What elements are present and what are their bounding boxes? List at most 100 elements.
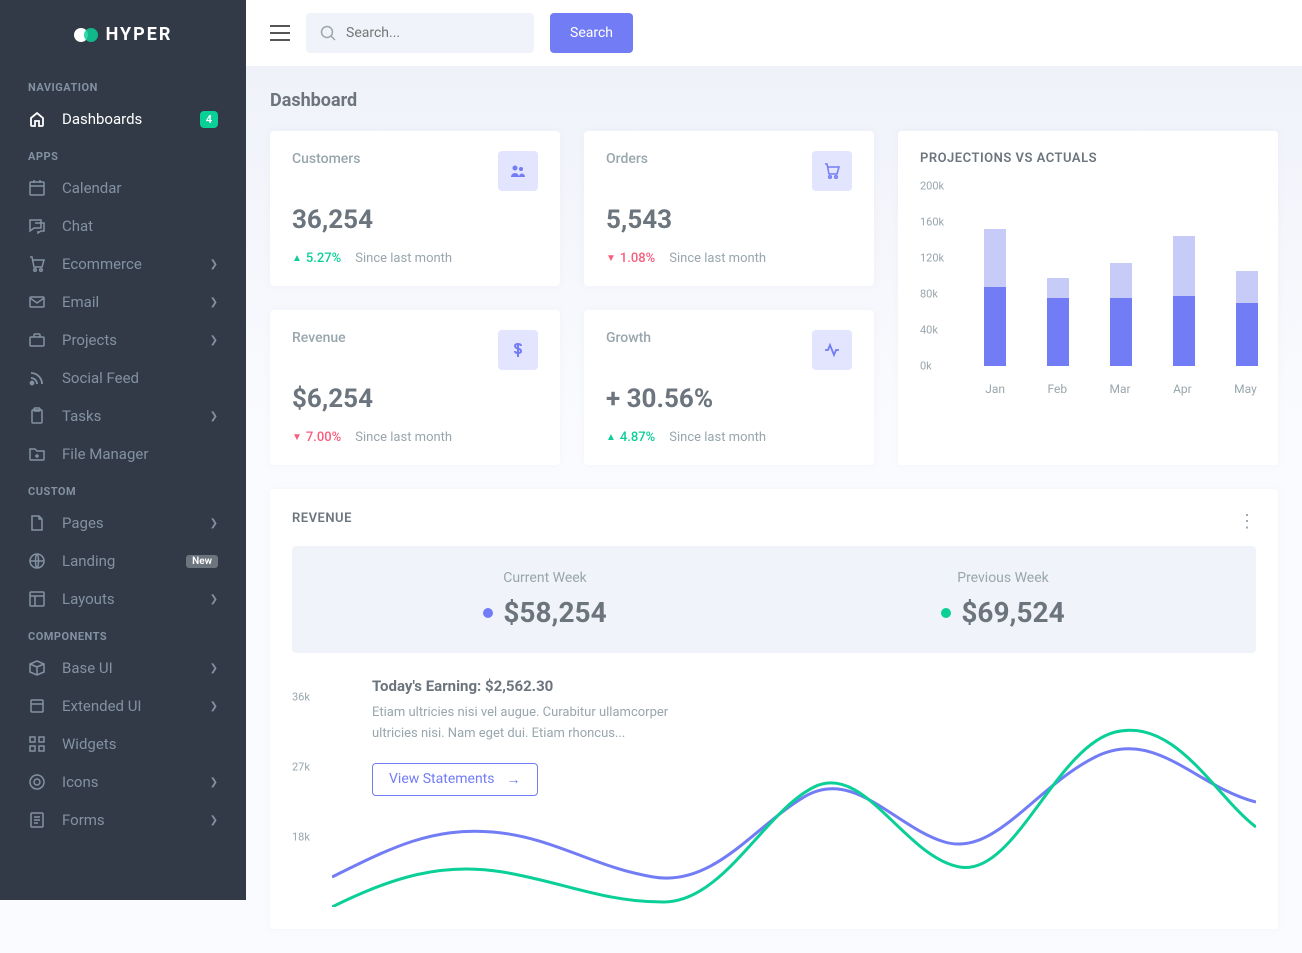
sidebar-item-pages[interactable]: Pages❯ bbox=[0, 504, 246, 542]
stat-label: Revenue bbox=[292, 330, 346, 346]
arrow-up-icon: ▲ bbox=[292, 253, 302, 264]
bar bbox=[1173, 236, 1195, 366]
y-tick: 36k bbox=[292, 691, 310, 704]
search-button[interactable]: Search bbox=[550, 13, 633, 53]
chevron-right-icon: ❯ bbox=[210, 701, 218, 712]
nav-label: Widgets bbox=[62, 735, 218, 753]
logo-text: HYPER bbox=[106, 24, 173, 45]
stat-label: Growth bbox=[606, 330, 651, 346]
y-tick: 18k bbox=[292, 831, 310, 844]
search-icon bbox=[320, 25, 336, 41]
sidebar-item-base-ui[interactable]: Base UI ❯ bbox=[0, 649, 246, 687]
nav-section-title: CUSTOM bbox=[0, 473, 246, 504]
rss-icon bbox=[28, 369, 46, 387]
y-tick: 80k bbox=[920, 288, 938, 301]
search-input[interactable] bbox=[346, 25, 524, 41]
current-week-value: $58,254 bbox=[503, 596, 606, 629]
nav-label: Forms bbox=[62, 811, 194, 829]
users-icon bbox=[498, 151, 538, 191]
stat-value: 36,254 bbox=[292, 205, 538, 235]
logo[interactable]: HYPER bbox=[0, 0, 246, 69]
revenue-title: REVENUE bbox=[292, 511, 1256, 526]
topbar: Search bbox=[246, 0, 1302, 66]
trend-down: ▼ 1.08% bbox=[606, 251, 655, 266]
x-tick: Jan bbox=[985, 382, 1005, 396]
sidebar-item-tasks[interactable]: Tasks ❯ bbox=[0, 397, 246, 435]
projections-title: PROJECTIONS VS ACTUALS bbox=[920, 151, 1278, 166]
sidebar-item-chat[interactable]: Chat bbox=[0, 207, 246, 245]
sidebar-item-projects[interactable]: Projects❯ bbox=[0, 321, 246, 359]
pulse-icon bbox=[812, 330, 852, 370]
menu-toggle-icon[interactable] bbox=[270, 25, 290, 41]
trend-up: ▲ 4.87% bbox=[606, 430, 655, 445]
nav-label: Calendar bbox=[62, 179, 218, 197]
sidebar-item-dashboards[interactable]: Dashboards4 bbox=[0, 100, 246, 138]
sidebar-item-landing[interactable]: LandingNew bbox=[0, 542, 246, 580]
x-tick: Feb bbox=[1047, 382, 1067, 396]
form-icon bbox=[28, 811, 46, 829]
nav-label: Icons bbox=[62, 773, 194, 791]
sidebar-item-extended-ui[interactable]: Extended UI ❯ bbox=[0, 687, 246, 725]
mail-icon bbox=[28, 293, 46, 311]
dot-icon bbox=[483, 608, 493, 618]
revenue-description: Etiam ultricies nisi vel augue. Curabitu… bbox=[372, 703, 672, 745]
chevron-right-icon: ❯ bbox=[210, 335, 218, 346]
sidebar-item-social-feed[interactable]: Social Feed bbox=[0, 359, 246, 397]
folder-icon bbox=[28, 445, 46, 463]
sidebar-item-file-manager[interactable]: File Manager bbox=[0, 435, 246, 473]
chevron-right-icon: ❯ bbox=[210, 518, 218, 529]
bar bbox=[984, 229, 1006, 366]
x-tick: Apr bbox=[1173, 382, 1192, 396]
nav-label: Chat bbox=[62, 217, 218, 235]
logo-icon bbox=[74, 26, 98, 44]
y-tick: 40k bbox=[920, 324, 938, 337]
cart-icon bbox=[28, 255, 46, 273]
arrow-down-icon: ▼ bbox=[606, 253, 616, 264]
package-icon bbox=[28, 697, 46, 715]
y-tick: 0k bbox=[920, 360, 932, 373]
nav-section-title: COMPONENTS bbox=[0, 618, 246, 649]
more-icon[interactable]: ⋮ bbox=[1238, 511, 1256, 532]
chevron-right-icon: ❯ bbox=[210, 259, 218, 270]
home-icon bbox=[28, 110, 46, 128]
current-week-label: Current Week bbox=[483, 570, 606, 586]
chevron-right-icon: ❯ bbox=[210, 663, 218, 674]
sidebar-item-email[interactable]: Email❯ bbox=[0, 283, 246, 321]
stat-card-customers: Customers 36,254 ▲ 5.27%Since last month bbox=[270, 131, 560, 286]
cart-icon bbox=[812, 151, 852, 191]
sidebar: HYPER NAVIGATIONDashboards4APPS Calendar C… bbox=[0, 0, 246, 900]
nav-label: Base UI bbox=[62, 659, 194, 677]
page-title: Dashboard bbox=[270, 66, 1278, 131]
target-icon bbox=[28, 773, 46, 791]
sidebar-item-widgets[interactable]: Widgets bbox=[0, 725, 246, 763]
stat-value: 5,543 bbox=[606, 205, 852, 235]
sidebar-item-ecommerce[interactable]: Ecommerce❯ bbox=[0, 245, 246, 283]
nav-section-title: NAVIGATION bbox=[0, 69, 246, 100]
stat-value: + 30.56% bbox=[606, 384, 852, 414]
nav-section-title: APPS bbox=[0, 138, 246, 169]
stat-since: Since last month bbox=[669, 430, 766, 445]
file-icon bbox=[28, 514, 46, 532]
trend-down: ▼ 7.00% bbox=[292, 430, 341, 445]
dollar-icon bbox=[498, 330, 538, 370]
stat-since: Since last month bbox=[355, 430, 452, 445]
sidebar-item-calendar[interactable]: Calendar bbox=[0, 169, 246, 207]
sidebar-item-layouts[interactable]: Layouts❯ bbox=[0, 580, 246, 618]
view-statements-button[interactable]: View Statements → bbox=[372, 763, 538, 796]
clipboard-icon bbox=[28, 407, 46, 425]
dot-icon bbox=[941, 608, 951, 618]
x-tick: Mar bbox=[1110, 382, 1131, 396]
projections-card: PROJECTIONS VS ACTUALS 0k40k80k120k160k2… bbox=[898, 131, 1278, 465]
nav-label: Extended UI bbox=[62, 697, 194, 715]
bar bbox=[1047, 278, 1069, 366]
nav-label: Tasks bbox=[62, 407, 194, 425]
sidebar-item-forms[interactable]: Forms❯ bbox=[0, 801, 246, 839]
sidebar-item-icons[interactable]: Icons❯ bbox=[0, 763, 246, 801]
briefcase-icon bbox=[28, 331, 46, 349]
layout-icon bbox=[28, 590, 46, 608]
revenue-card: REVENUE ⋮ Current Week $58,254 Previous … bbox=[270, 489, 1278, 929]
chevron-right-icon: ❯ bbox=[210, 411, 218, 422]
trend-up: ▲ 5.27% bbox=[292, 251, 341, 266]
badge-new: New bbox=[186, 555, 218, 568]
y-tick: 120k bbox=[920, 252, 944, 265]
